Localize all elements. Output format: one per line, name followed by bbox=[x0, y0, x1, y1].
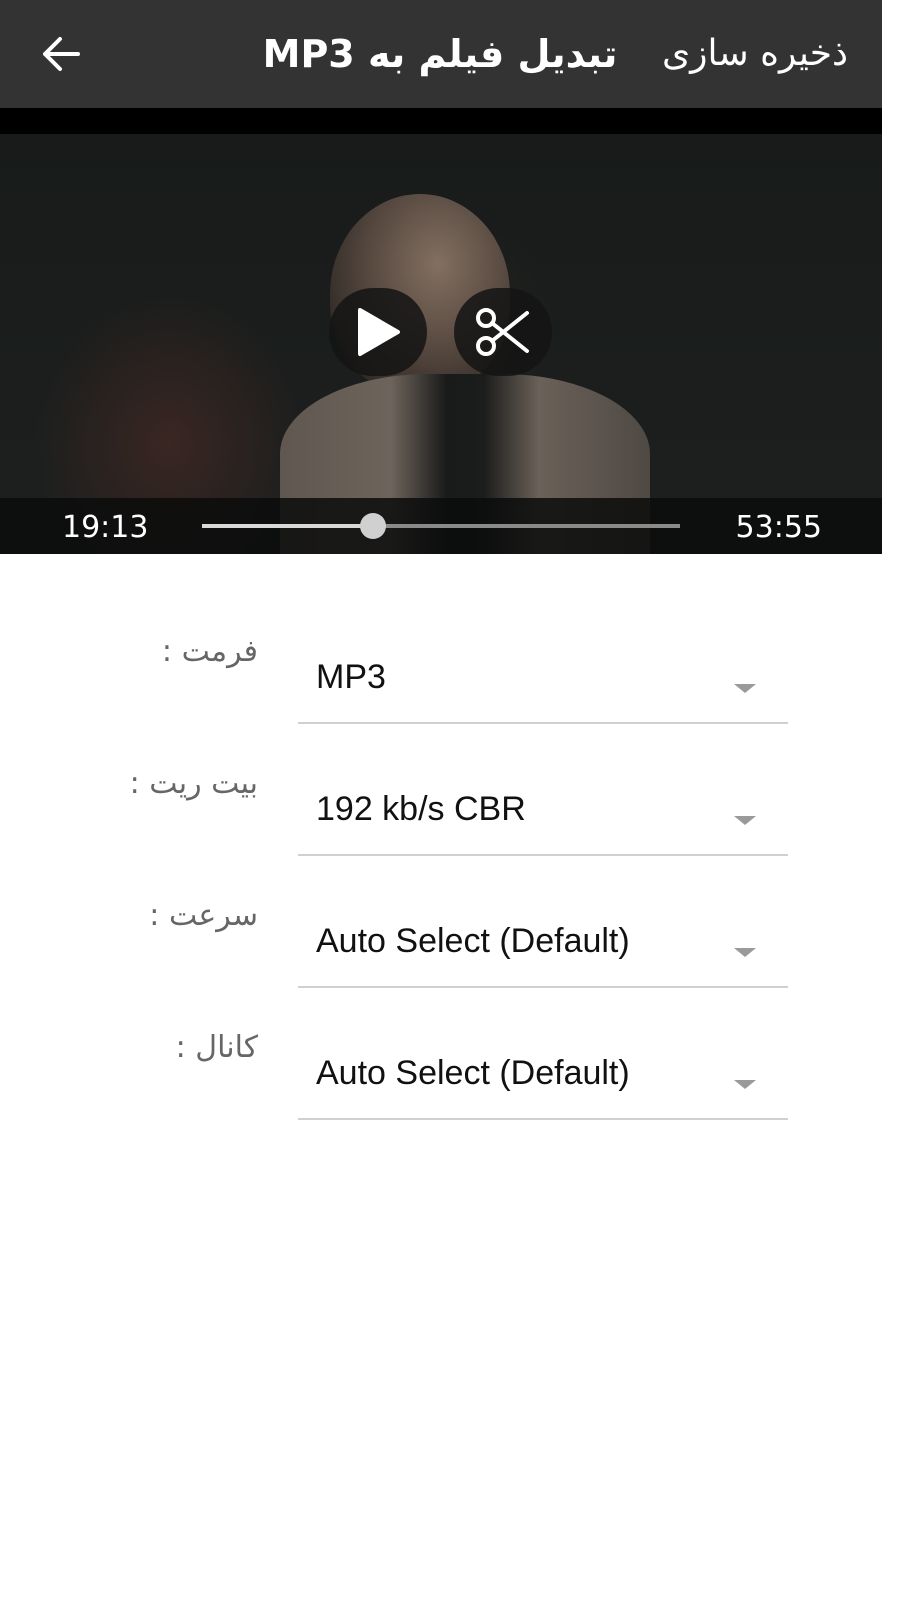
app-bar: تبدیل فیلم به MP3 ذخیره سازی bbox=[0, 0, 882, 108]
playback-controls: 19:13 53:55 bbox=[0, 498, 882, 554]
video-frame bbox=[0, 134, 882, 554]
seek-progress bbox=[202, 524, 373, 528]
channel-value: Auto Select (Default) bbox=[316, 1054, 630, 1092]
caret-down-icon bbox=[734, 1080, 756, 1089]
format-select[interactable]: MP3 bbox=[298, 640, 788, 724]
channel-row: کانال : Auto Select (Default) bbox=[0, 980, 882, 1120]
scissors-icon bbox=[476, 308, 529, 356]
play-icon bbox=[358, 308, 400, 356]
format-row: فرمت : MP3 bbox=[0, 584, 882, 724]
video-player[interactable]: 19:13 53:55 bbox=[0, 108, 882, 554]
seek-thumb[interactable] bbox=[359, 513, 386, 539]
bitrate-row: بیت ریت : 192 kb/s CBR bbox=[0, 716, 882, 856]
trim-button[interactable] bbox=[454, 288, 552, 376]
play-button[interactable] bbox=[329, 288, 427, 376]
speed-value: Auto Select (Default) bbox=[316, 922, 630, 960]
arrow-left-icon bbox=[43, 37, 80, 71]
bitrate-select[interactable]: 192 kb/s CBR bbox=[298, 772, 788, 856]
speed-label: سرعت : bbox=[149, 898, 258, 933]
total-time: 53:55 bbox=[735, 510, 822, 545]
format-label: فرمت : bbox=[161, 634, 258, 669]
bitrate-value: 192 kb/s CBR bbox=[316, 790, 526, 828]
channel-label: کانال : bbox=[175, 1030, 258, 1065]
speed-row: سرعت : Auto Select (Default) bbox=[0, 848, 882, 988]
save-button[interactable]: ذخیره سازی bbox=[662, 26, 848, 82]
channel-select[interactable]: Auto Select (Default) bbox=[298, 1036, 788, 1120]
format-value: MP3 bbox=[316, 658, 386, 696]
caret-down-icon bbox=[734, 684, 756, 693]
caret-down-icon bbox=[734, 948, 756, 957]
bitrate-label: بیت ریت : bbox=[129, 766, 258, 801]
speed-select[interactable]: Auto Select (Default) bbox=[298, 904, 788, 988]
caret-down-icon bbox=[734, 816, 756, 825]
current-time: 19:13 bbox=[62, 510, 149, 545]
back-button[interactable] bbox=[28, 24, 92, 84]
page-title: تبدیل فیلم به MP3 bbox=[262, 32, 618, 76]
seek-bar[interactable] bbox=[202, 513, 680, 539]
